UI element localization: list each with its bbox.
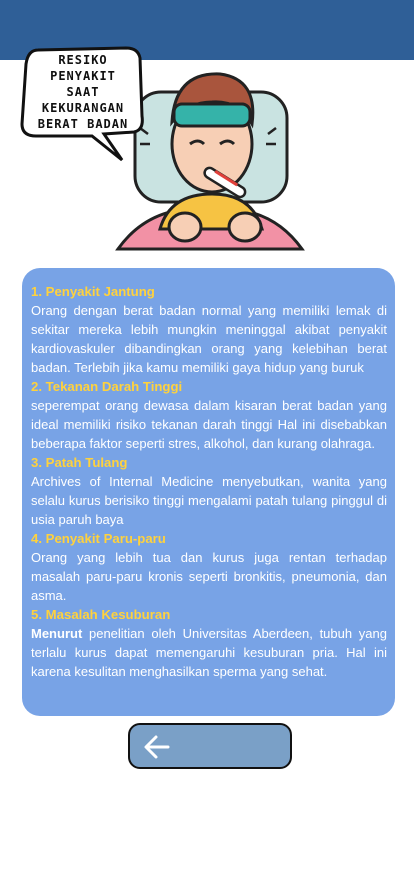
item-text: Archives of Internal Medicine menyebutka… <box>31 474 387 527</box>
back-button[interactable] <box>128 723 292 769</box>
item-bold-lead: Menurut <box>31 626 83 641</box>
item-text: Orang dengan berat badan normal yang mem… <box>31 303 387 375</box>
item-3: 3. Patah Tulang Archives of Internal Med… <box>31 453 387 529</box>
item-text: Menurut penelitian oleh Universitas Aber… <box>31 624 387 681</box>
item-1: 1. Penyakit Jantung Orang dengan berat b… <box>31 282 387 377</box>
item-text: Orang yang lebih tua dan kurus juga rent… <box>31 550 387 603</box>
item-heading: 2. Tekanan Darah Tinggi <box>31 379 183 394</box>
item-text: seperempat orang dewasa dalam kisaran be… <box>31 398 387 451</box>
item-text-rest: penelitian oleh Universitas Aberdeen, tu… <box>31 626 387 679</box>
item-heading: 3. Patah Tulang <box>31 455 128 470</box>
item-heading: 5. Masalah Kesuburan <box>31 607 171 622</box>
item-heading: 4. Penyakit Paru-paru <box>31 531 166 546</box>
item-heading: 1. Penyakit Jantung <box>31 284 155 299</box>
item-4: 4. Penyakit Paru-paru Orang yang lebih t… <box>31 529 387 605</box>
item-2: 2. Tekanan Darah Tinggi seperempat orang… <box>31 377 387 453</box>
item-5: 5. Masalah Kesuburan Menurut penelitian … <box>31 605 387 681</box>
arrow-left-icon <box>144 735 170 759</box>
bubble-title: RESIKO PENYAKIT SAAT KEKURANGAN BERAT BA… <box>37 53 129 131</box>
info-card: 1. Penyakit Jantung Orang dengan berat b… <box>22 268 395 716</box>
